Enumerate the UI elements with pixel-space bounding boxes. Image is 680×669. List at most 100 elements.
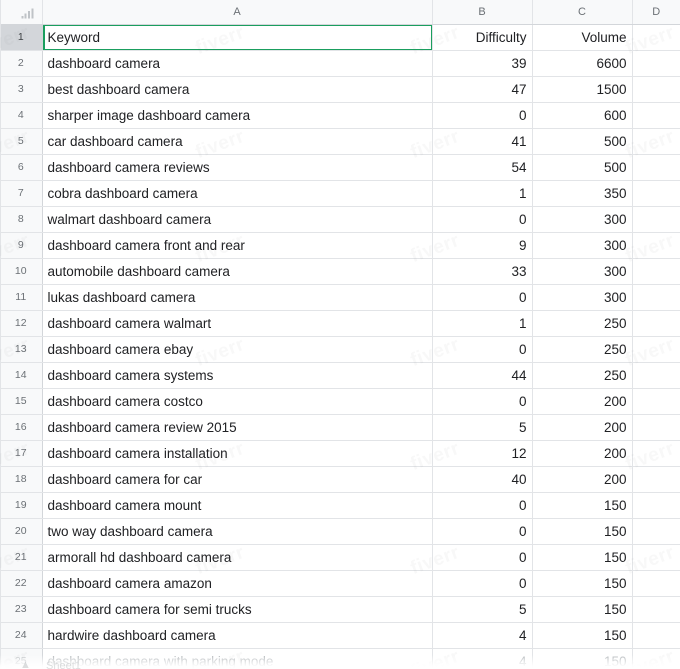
row-header-2[interactable]: 2 [0,50,43,77]
cell-d-21[interactable] [632,544,680,571]
row-header-12[interactable]: 12 [0,310,43,337]
cell-b-16[interactable]: 5 [432,414,533,441]
cell-d-8[interactable] [632,206,680,233]
cell-c-3[interactable]: 1500 [532,76,633,103]
cell-b-15[interactable]: 0 [432,388,533,415]
cell-c-10[interactable]: 300 [532,258,633,285]
cell-a-3[interactable]: best dashboard camera [42,76,433,103]
cell-c-18[interactable]: 200 [532,466,633,493]
cell-d-10[interactable] [632,258,680,285]
cell-b-18[interactable]: 40 [432,466,533,493]
cell-d-20[interactable] [632,518,680,545]
cell-d-5[interactable] [632,128,680,155]
cell-b-6[interactable]: 54 [432,154,533,181]
cell-a-7[interactable]: cobra dashboard camera [42,180,433,207]
cell-a-11[interactable]: lukas dashboard camera [42,284,433,311]
cell-a-4[interactable]: sharper image dashboard camera [42,102,433,129]
cell-a-24[interactable]: hardwire dashboard camera [42,622,433,649]
cell-c-13[interactable]: 250 [532,336,633,363]
row-header-21[interactable]: 21 [0,544,43,571]
cell-b-4[interactable]: 0 [432,102,533,129]
cell-a-2[interactable]: dashboard camera [42,50,433,77]
cell-b-9[interactable]: 9 [432,232,533,259]
cell-d-11[interactable] [632,284,680,311]
cell-c-15[interactable]: 200 [532,388,633,415]
cell-d-1[interactable] [632,24,680,51]
cell-c-23[interactable]: 150 [532,596,633,623]
cell-c-12[interactable]: 250 [532,310,633,337]
cell-c-8[interactable]: 300 [532,206,633,233]
cell-b-11[interactable]: 0 [432,284,533,311]
row-header-6[interactable]: 6 [0,154,43,181]
cell-b-12[interactable]: 1 [432,310,533,337]
cell-d-7[interactable] [632,180,680,207]
row-header-25[interactable]: 25 [0,648,43,669]
cell-a-25[interactable]: dashboard camera with parking mode [42,648,433,669]
cell-a-6[interactable]: dashboard camera reviews [42,154,433,181]
cell-d-18[interactable] [632,466,680,493]
cell-a-10[interactable]: automobile dashboard camera [42,258,433,285]
cell-a-23[interactable]: dashboard camera for semi trucks [42,596,433,623]
row-header-5[interactable]: 5 [0,128,43,155]
cell-c-21[interactable]: 150 [532,544,633,571]
row-header-9[interactable]: 9 [0,232,43,259]
cell-d-23[interactable] [632,596,680,623]
cell-a-14[interactable]: dashboard camera systems [42,362,433,389]
row-header-11[interactable]: 11 [0,284,43,311]
cell-a-13[interactable]: dashboard camera ebay [42,336,433,363]
cell-d-15[interactable] [632,388,680,415]
row-header-20[interactable]: 20 [0,518,43,545]
cell-d-22[interactable] [632,570,680,597]
cell-a-1[interactable]: Keyword [42,24,433,51]
cell-c-11[interactable]: 300 [532,284,633,311]
row-header-15[interactable]: 15 [0,388,43,415]
row-header-7[interactable]: 7 [0,180,43,207]
row-header-8[interactable]: 8 [0,206,43,233]
row-header-3[interactable]: 3 [0,76,43,103]
cell-b-1[interactable]: Difficulty [432,24,533,51]
cell-c-22[interactable]: 150 [532,570,633,597]
cell-d-14[interactable] [632,362,680,389]
cell-b-17[interactable]: 12 [432,440,533,467]
cell-a-21[interactable]: armorall hd dashboard camera [42,544,433,571]
select-all-corner-button[interactable] [0,0,43,25]
row-header-13[interactable]: 13 [0,336,43,363]
cell-a-15[interactable]: dashboard camera costco [42,388,433,415]
cell-c-14[interactable]: 250 [532,362,633,389]
cell-b-20[interactable]: 0 [432,518,533,545]
cell-c-5[interactable]: 500 [532,128,633,155]
cell-a-8[interactable]: walmart dashboard camera [42,206,433,233]
row-header-22[interactable]: 22 [0,570,43,597]
cell-d-13[interactable] [632,336,680,363]
row-header-10[interactable]: 10 [0,258,43,285]
cell-b-25[interactable]: 4 [432,648,533,669]
cell-c-9[interactable]: 300 [532,232,633,259]
cell-a-12[interactable]: dashboard camera walmart [42,310,433,337]
cell-d-24[interactable] [632,622,680,649]
cell-d-2[interactable] [632,50,680,77]
row-header-4[interactable]: 4 [0,102,43,129]
row-header-17[interactable]: 17 [0,440,43,467]
cell-a-19[interactable]: dashboard camera mount [42,492,433,519]
cell-d-25[interactable] [632,648,680,669]
cell-c-16[interactable]: 200 [532,414,633,441]
cell-a-16[interactable]: dashboard camera review 2015 [42,414,433,441]
cell-b-2[interactable]: 39 [432,50,533,77]
cell-c-19[interactable]: 150 [532,492,633,519]
cell-a-20[interactable]: two way dashboard camera [42,518,433,545]
cell-c-24[interactable]: 150 [532,622,633,649]
cell-a-9[interactable]: dashboard camera front and rear [42,232,433,259]
cell-d-12[interactable] [632,310,680,337]
cell-d-3[interactable] [632,76,680,103]
cell-b-22[interactable]: 0 [432,570,533,597]
cell-b-23[interactable]: 5 [432,596,533,623]
cell-b-21[interactable]: 0 [432,544,533,571]
cell-b-3[interactable]: 47 [432,76,533,103]
cell-b-8[interactable]: 0 [432,206,533,233]
column-header-b[interactable]: B [432,0,533,25]
cell-c-20[interactable]: 150 [532,518,633,545]
row-header-1[interactable]: 1 [0,24,43,51]
row-header-23[interactable]: 23 [0,596,43,623]
cell-b-7[interactable]: 1 [432,180,533,207]
cell-b-10[interactable]: 33 [432,258,533,285]
